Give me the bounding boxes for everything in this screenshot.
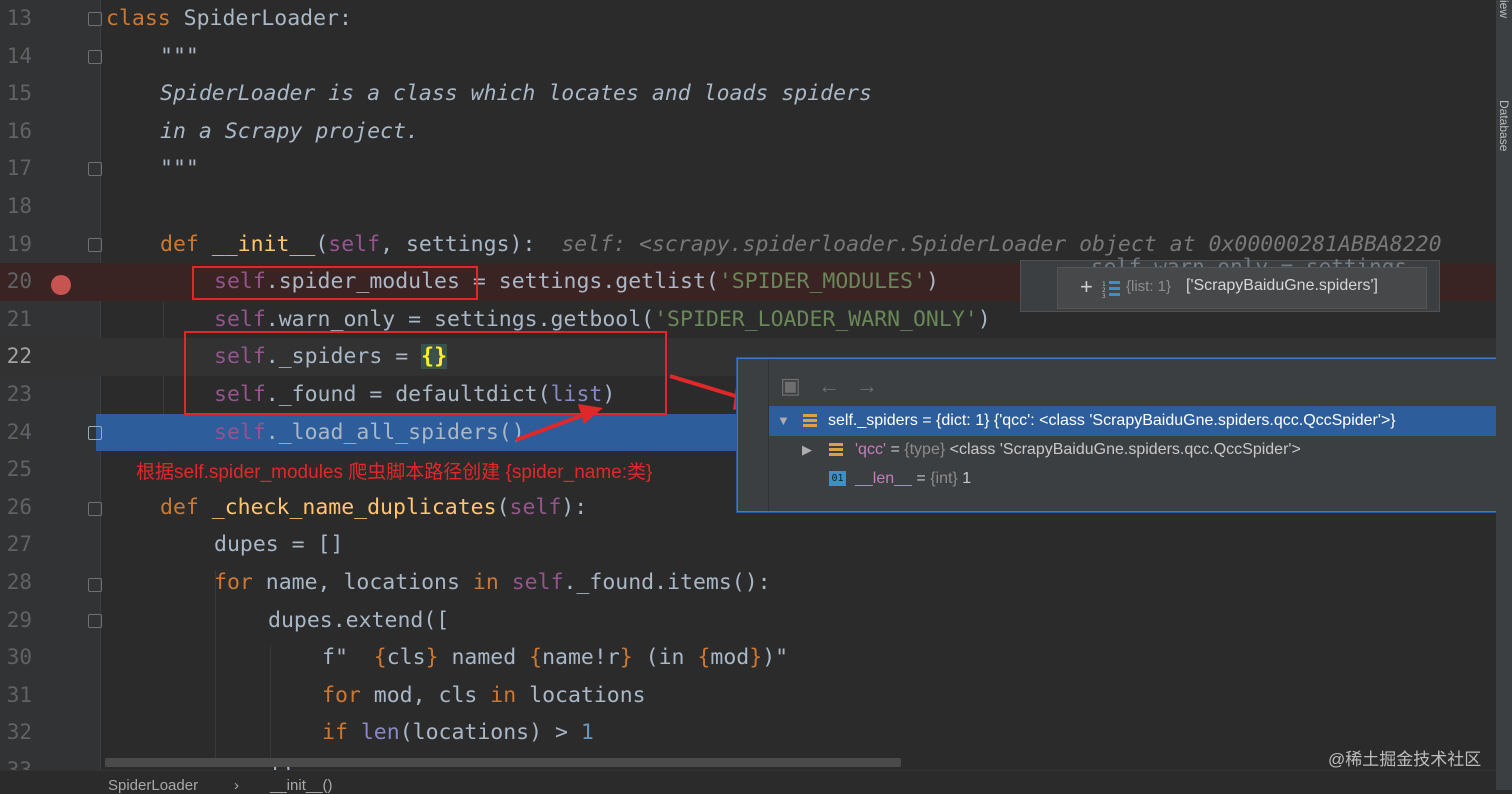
field-icon [829,443,843,456]
list-icon: 1 2 3 [1102,281,1120,298]
expand-plus-icon[interactable]: + [1080,274,1093,300]
tooltip-value-box[interactable]: + 1 2 3 {list: 1} ['ScrapyBaiduGne.spide… [1057,267,1427,309]
tree-row-qcc[interactable]: ▶ 'qcc' = {type} <class 'ScrapyBaiduGne.… [769,435,1503,465]
breadcrumb-separator: › [234,777,239,794]
debug-inspect-popup[interactable]: ▣ ← → ▼ self._spiders = {dict: 1} {'qcc'… [737,358,1504,512]
right-tool-window-bar: iew Database [1496,0,1512,790]
popup-toolbar: ▣ ← → [738,359,1503,409]
tree-row-text: __len__ = {int} 1 [855,470,972,487]
breadcrumb-class[interactable]: SpiderLoader [108,777,198,794]
breadcrumb-bar: SpiderLoader › __init__() [0,770,1496,794]
forward-icon[interactable]: → [856,373,878,399]
tree-row-root[interactable]: ▼ self._spiders = {dict: 1} {'qcc': <cla… [769,406,1503,436]
value-tooltip[interactable]: self.warn_only = settings. + 1 2 3 {list… [1020,255,1440,312]
tooltip-value: ['ScrapyBaiduGne.spiders'] [1186,277,1378,294]
collapse-triangle-icon[interactable]: ▼ [777,406,790,436]
svg-text:3: 3 [1102,293,1106,298]
tool-window-database[interactable]: Database [1497,100,1511,151]
tree-row-text: self._spiders = {dict: 1} {'qcc': <class… [828,412,1396,429]
tooltip-type: {list: 1} [1126,278,1172,295]
field-icon [803,414,817,427]
int-icon: 01 [829,471,846,486]
folder-icon[interactable]: ▣ [780,373,801,399]
tree-row-len[interactable]: 01 __len__ = {int} 1 [769,464,1503,494]
expand-triangle-icon[interactable]: ▶ [802,435,812,465]
horizontal-scrollbar[interactable] [105,758,901,767]
popup-side-strip [738,359,769,511]
tool-window-preview[interactable]: iew [1497,0,1511,18]
back-icon[interactable]: ← [818,373,840,399]
breadcrumb-method[interactable]: __init__() [270,777,333,794]
watermark: @稀土掘金技术社区 [1328,750,1482,769]
tree-row-text: 'qcc' = {type} <class 'ScrapyBaiduGne.sp… [855,441,1301,458]
